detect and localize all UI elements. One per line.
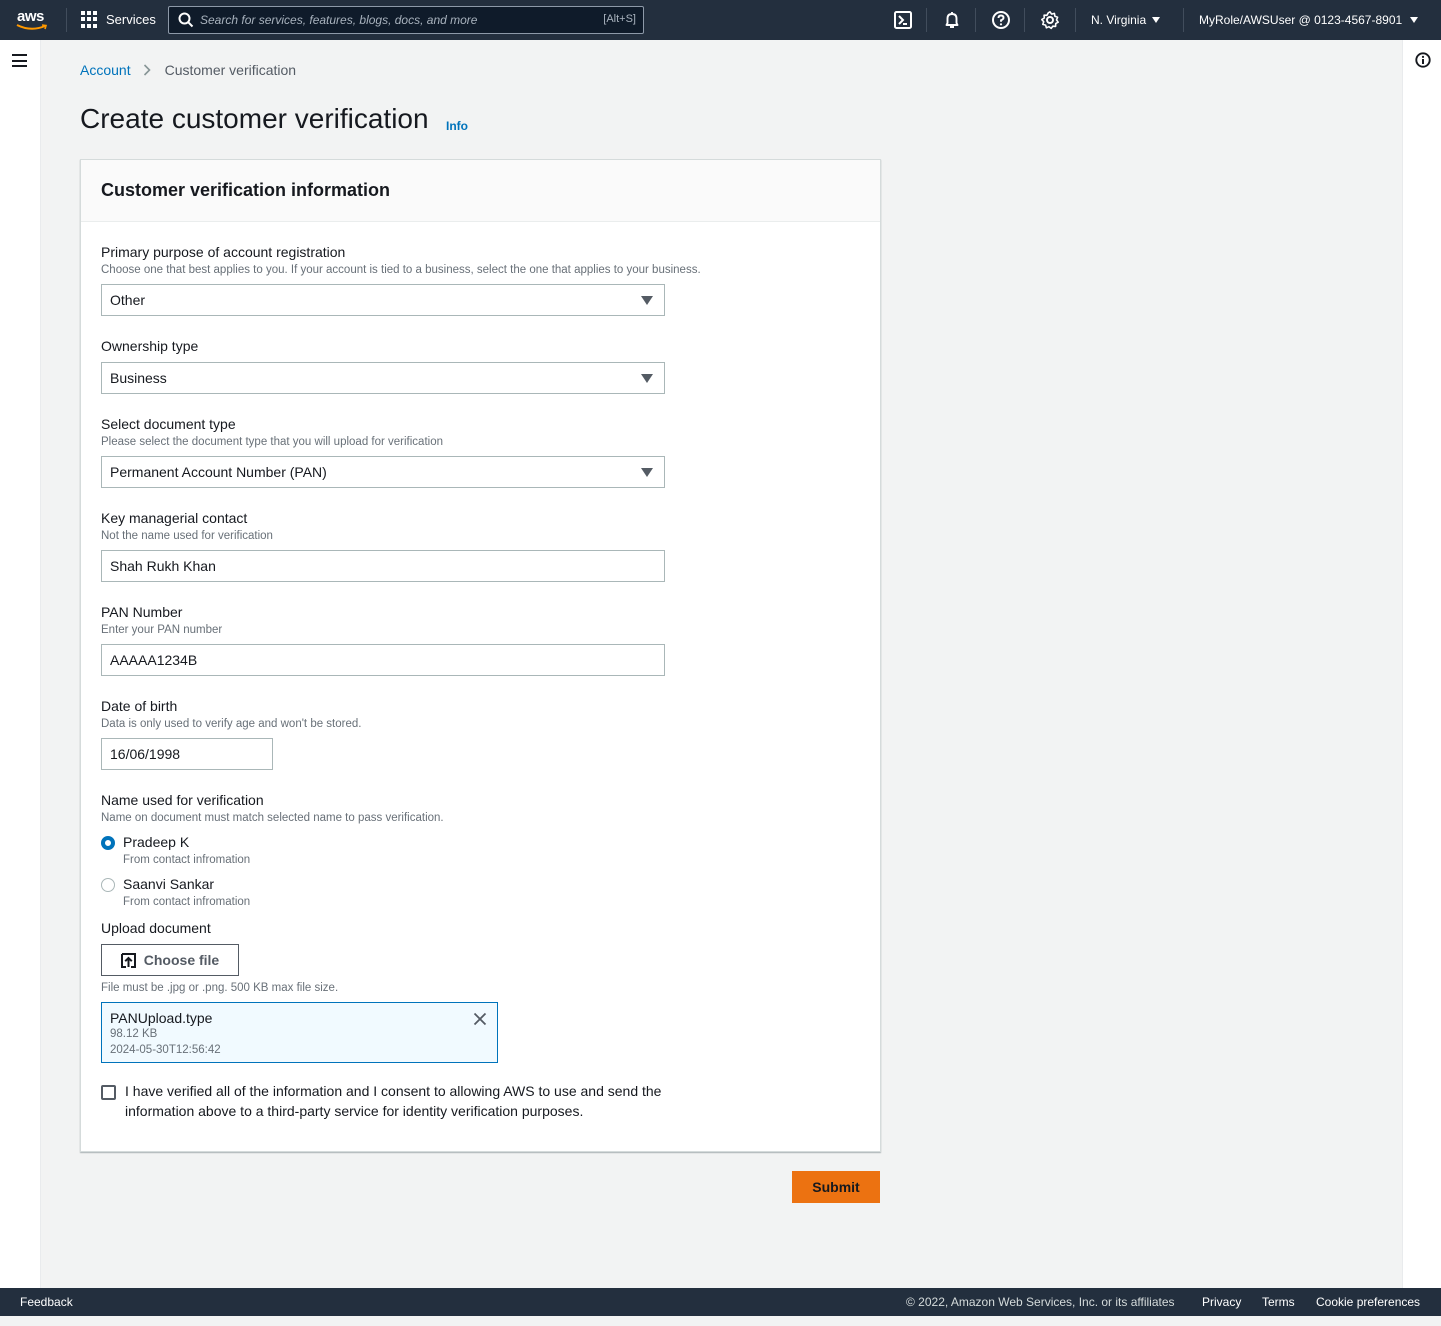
caret-down-icon — [641, 296, 653, 305]
caret-down-icon — [641, 374, 653, 383]
ownership-select-value: Business — [110, 370, 167, 386]
info-circle-icon[interactable] — [1415, 52, 1431, 68]
radio-pradeep[interactable] — [101, 836, 115, 850]
panel-header: Customer verification information — [81, 160, 880, 222]
region-label: N. Virginia — [1091, 13, 1147, 27]
caret-down-icon — [1152, 17, 1161, 23]
dob-label: Date of birth — [101, 698, 178, 714]
doc-type-description: Please select the document type that you… — [101, 436, 443, 448]
search-icon — [178, 12, 194, 28]
account-menu[interactable]: MyRole/AWSUser @ 0123-4567-8901 — [1199, 13, 1419, 27]
contact-description: Not the name used for verification — [101, 530, 273, 542]
doc-type-label: Select document type — [101, 416, 236, 432]
nav-divider — [975, 8, 976, 32]
services-label: Services — [106, 12, 156, 27]
services-menu-button[interactable]: Services — [81, 11, 156, 28]
bottom-strip — [0, 1316, 1441, 1326]
breadcrumb-current: Customer verification — [164, 62, 297, 78]
verification-form-panel: Customer verification information Primar… — [80, 159, 881, 1152]
caret-down-icon — [641, 468, 653, 477]
settings-gear-icon[interactable] — [1040, 10, 1060, 30]
search-input[interactable] — [200, 10, 580, 30]
nav-divider — [1075, 8, 1076, 32]
file-size: 98.12 KB — [110, 1028, 158, 1040]
right-tools-rail — [1402, 40, 1441, 1288]
nav-divider — [66, 8, 67, 32]
dob-description: Data is only used to verify age and won'… — [101, 718, 362, 730]
notifications-bell-icon[interactable] — [942, 10, 962, 30]
purpose-label: Primary purpose of account registration — [101, 244, 346, 260]
purpose-select[interactable]: Other — [101, 284, 665, 316]
pan-input[interactable] — [101, 644, 665, 676]
region-selector[interactable]: N. Virginia — [1091, 13, 1161, 27]
aws-logo[interactable]: aws — [16, 7, 50, 33]
choose-file-label: Choose file — [143, 952, 220, 968]
close-icon[interactable] — [473, 1012, 487, 1026]
ownership-label: Ownership type — [101, 338, 199, 354]
aws-smile-icon — [16, 24, 48, 30]
choose-file-button[interactable]: Choose file — [101, 944, 239, 976]
contact-label: Key managerial contact — [101, 510, 248, 526]
chevron-right-icon — [143, 64, 151, 76]
doc-type-select-value: Permanent Account Number (PAN) — [110, 464, 327, 480]
cookie-preferences-link[interactable]: Cookie preferences — [1316, 1295, 1420, 1309]
doc-type-select[interactable]: Permanent Account Number (PAN) — [101, 456, 665, 488]
page-title: Create customer verification — [80, 103, 429, 134]
nav-divider — [926, 8, 927, 32]
footer: Feedback © 2022, Amazon Web Services, In… — [0, 1288, 1441, 1316]
dob-input[interactable] — [101, 738, 273, 770]
name-verification-label: Name used for verification — [101, 792, 264, 808]
search-shortcut: [Alt+S] — [603, 13, 636, 25]
contact-input[interactable] — [101, 550, 665, 582]
ownership-select[interactable]: Business — [101, 362, 665, 394]
help-icon[interactable] — [991, 10, 1011, 30]
purpose-description: Choose one that best applies to you. If … — [101, 264, 701, 276]
cloudshell-icon[interactable] — [893, 10, 913, 30]
left-navigation-rail — [0, 40, 41, 1288]
top-navigation: aws Services [Alt+S] — [0, 0, 1441, 40]
pan-description: Enter your PAN number — [101, 624, 223, 636]
radio-saanvi-description: From contact infromation — [123, 896, 251, 908]
breadcrumb: Account Customer verification — [80, 62, 296, 78]
feedback-link[interactable]: Feedback — [20, 1295, 73, 1309]
submit-button[interactable]: Submit — [792, 1171, 880, 1203]
radio-pradeep-description: From contact infromation — [123, 854, 251, 866]
account-label: MyRole/AWSUser @ 0123-4567-8901 — [1199, 13, 1403, 27]
menu-hamburger-icon[interactable] — [12, 54, 27, 67]
nav-divider — [1024, 8, 1025, 32]
caret-down-icon — [1410, 17, 1419, 23]
radio-saanvi-label[interactable]: Saanvi Sankar — [123, 876, 214, 892]
privacy-link[interactable]: Privacy — [1202, 1295, 1241, 1309]
info-link[interactable]: Info — [446, 119, 468, 133]
consent-checkbox[interactable] — [101, 1085, 116, 1100]
copyright-text: © 2022, Amazon Web Services, Inc. or its… — [906, 1295, 1175, 1309]
purpose-select-value: Other — [110, 292, 146, 308]
search-box[interactable]: [Alt+S] — [168, 6, 644, 34]
upload-constraint: File must be .jpg or .png. 500 KB max fi… — [101, 982, 339, 994]
nav-divider — [1183, 8, 1184, 32]
radio-saanvi[interactable] — [101, 878, 115, 892]
aws-logo-text: aws — [17, 8, 44, 25]
terms-link[interactable]: Terms — [1262, 1295, 1295, 1309]
upload-icon — [120, 952, 136, 968]
upload-label: Upload document — [101, 920, 211, 936]
radio-pradeep-label[interactable]: Pradeep K — [123, 834, 189, 850]
pan-label: PAN Number — [101, 604, 183, 620]
file-name: PANUpload.type — [110, 1010, 213, 1026]
name-verification-description: Name on document must match selected nam… — [101, 812, 444, 824]
uploaded-file-token: PANUpload.type 98.12 KB 2024-05-30T12:56… — [101, 1002, 498, 1063]
panel-title: Customer verification information — [101, 180, 391, 200]
file-modified: 2024-05-30T12:56:42 — [110, 1044, 221, 1056]
grid-icon — [81, 11, 98, 28]
consent-text[interactable]: I have verified all of the information a… — [125, 1081, 665, 1121]
breadcrumb-account-link[interactable]: Account — [80, 62, 131, 78]
